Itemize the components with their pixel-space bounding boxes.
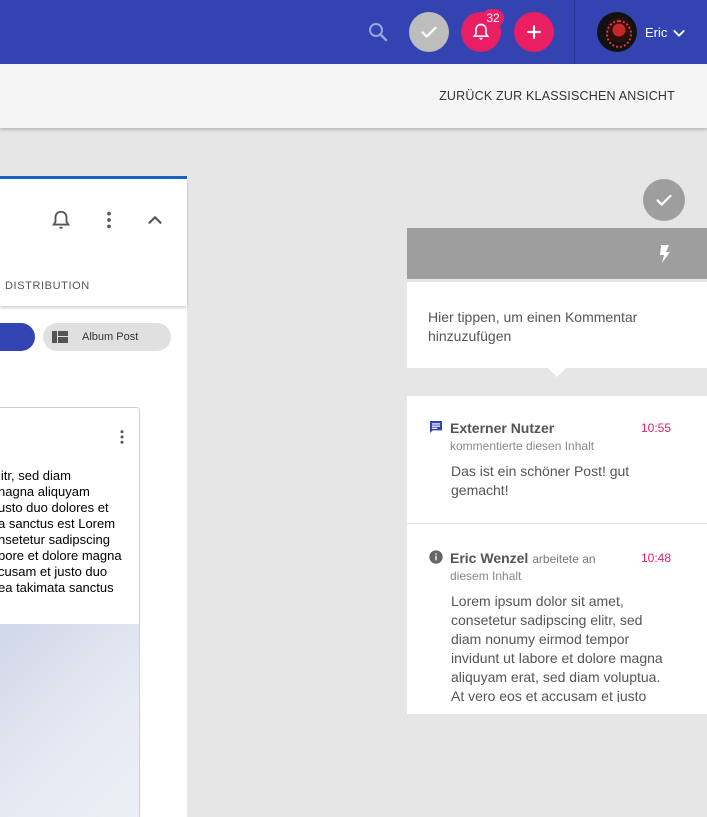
view-quilt-icon bbox=[52, 331, 68, 343]
comment-icon bbox=[428, 419, 444, 440]
search-icon[interactable] bbox=[366, 20, 390, 44]
activity-time: 10:55 bbox=[640, 421, 671, 435]
post-line: bore et dolore magna bbox=[0, 548, 122, 563]
info-icon bbox=[428, 549, 444, 570]
activity-item: Eric Wenzel arbeitete an diesem Inhalt 1… bbox=[407, 525, 707, 714]
post-line: ea takimata sanctus bbox=[0, 580, 114, 595]
plus-icon bbox=[527, 25, 541, 39]
post-line: nagna aliquyam bbox=[0, 484, 90, 499]
chip-label: Album Post bbox=[82, 331, 139, 343]
comment-placeholder: Hier tippen, um einen Kommentar hinzuzuf… bbox=[428, 309, 638, 344]
toolbar-divider bbox=[574, 0, 575, 64]
avatar bbox=[597, 12, 637, 52]
user-menu[interactable]: Eric bbox=[597, 12, 687, 52]
more-vert-icon[interactable] bbox=[98, 209, 120, 236]
activity-feed: Externer Nutzer kommentierte diesen Inha… bbox=[407, 396, 707, 714]
activity-subline: diesem Inhalt bbox=[450, 569, 522, 583]
chevron-down-icon bbox=[673, 30, 685, 37]
chip-album-post[interactable]: Album Post bbox=[43, 323, 171, 351]
approve-button[interactable] bbox=[643, 179, 685, 221]
view-switch-bar: ZURÜCK ZUR KLASSISCHEN ANSICHT bbox=[0, 64, 707, 128]
activity-time: 10:48 bbox=[640, 551, 671, 565]
post-line: cusam et justo duo bbox=[0, 564, 108, 579]
activity-subline: kommentierte diesen Inhalt bbox=[450, 439, 595, 453]
approve-all-button[interactable] bbox=[409, 12, 449, 52]
activity-action: arbeitete an bbox=[532, 552, 596, 566]
check-icon bbox=[656, 194, 672, 206]
chevron-up-icon[interactable] bbox=[144, 209, 166, 236]
comment-input[interactable]: Hier tippen, um einen Kommentar hinzuzuf… bbox=[407, 282, 707, 368]
post-body-text: litr, sed diam nagna aliquyam usto duo d… bbox=[0, 468, 135, 596]
chip-selected[interactable] bbox=[0, 323, 35, 351]
activity-author: Externer Nutzer bbox=[450, 420, 555, 436]
check-icon bbox=[421, 26, 437, 38]
post-line: usto duo dolores et bbox=[0, 500, 109, 515]
notification-count-badge: 32 bbox=[482, 9, 504, 27]
flash-icon[interactable] bbox=[655, 244, 673, 269]
classic-view-link[interactable]: ZURÜCK ZUR KLASSISCHEN ANSICHT bbox=[439, 89, 675, 103]
comment-pointer bbox=[548, 368, 566, 377]
tab-distribution[interactable]: DISTRIBUTION bbox=[5, 280, 90, 292]
bell-icon[interactable] bbox=[50, 209, 72, 236]
post-editor-card: DISTRIBUTION Album Post litr, sed diam n… bbox=[0, 176, 187, 817]
activity-author-line: Eric Wenzel arbeitete an bbox=[450, 550, 596, 566]
activity-item: Externer Nutzer kommentierte diesen Inha… bbox=[407, 396, 707, 524]
post-line: a sanctus est Lorem bbox=[0, 516, 116, 531]
create-button[interactable] bbox=[514, 12, 554, 52]
post-image bbox=[0, 624, 139, 817]
activity-author: Eric Wenzel bbox=[450, 550, 529, 566]
activity-text: Das ist ein schöner Post! gut gemacht! bbox=[451, 463, 630, 498]
activity-text: Lorem ipsum dolor sit amet, consetetur s… bbox=[451, 593, 663, 702]
top-app-bar: 32 Eric bbox=[0, 0, 707, 64]
card-header: DISTRIBUTION bbox=[0, 179, 187, 306]
post-line: nsetetur sadipscing bbox=[0, 532, 111, 547]
more-vert-icon[interactable] bbox=[113, 428, 131, 451]
post-preview: litr, sed diam nagna aliquyam usto duo d… bbox=[0, 407, 140, 817]
post-line: litr, sed diam bbox=[0, 468, 71, 483]
user-name: Eric bbox=[645, 24, 668, 40]
